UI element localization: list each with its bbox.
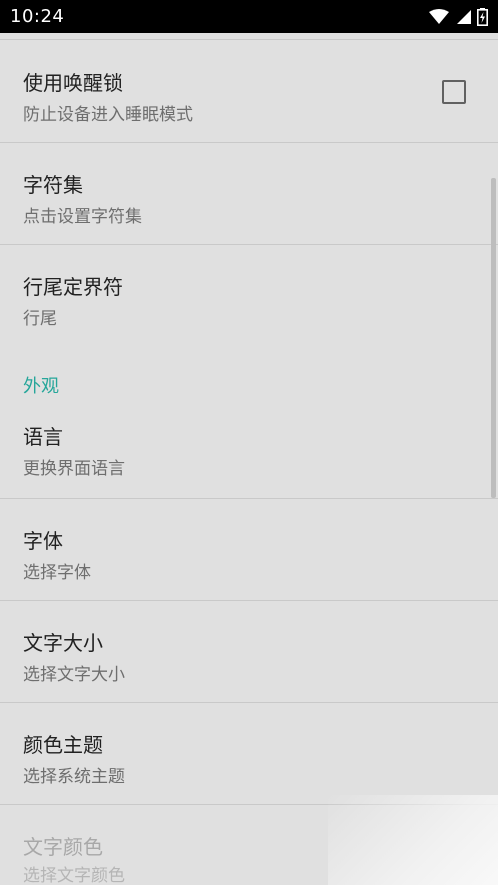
setting-wake-lock[interactable]: 使用唤醒锁 防止设备进入睡眠模式 (0, 40, 498, 142)
setting-summary: 更换界面语言 (23, 459, 125, 479)
setting-charset[interactable]: 字符集 点击设置字符集 (0, 143, 498, 244)
setting-color-theme[interactable]: 颜色主题 选择系统主题 (0, 703, 498, 804)
watermark-fade (328, 795, 498, 885)
setting-summary: 选择字体 (23, 563, 91, 583)
status-time: 10:24 (10, 6, 65, 27)
setting-title: 字体 (23, 529, 63, 553)
settings-screen: 使用唤醒锁 防止设备进入睡眠模式 字符集 点击设置字符集 行尾定界符 行尾 外观… (0, 33, 498, 885)
setting-title: 字符集 (23, 173, 83, 197)
setting-title: 文字颜色 (23, 835, 103, 859)
status-icons (429, 7, 488, 26)
setting-title: 行尾定界符 (23, 275, 123, 299)
setting-language[interactable]: 语言 更换界面语言 (0, 397, 498, 497)
wake-lock-checkbox[interactable] (442, 80, 466, 104)
setting-title: 语言 (23, 425, 63, 449)
section-header-appearance: 外观 (23, 376, 59, 397)
setting-summary: 选择系统主题 (23, 767, 125, 787)
setting-title: 颜色主题 (23, 733, 103, 757)
setting-summary: 行尾 (23, 309, 57, 329)
setting-summary: 点击设置字符集 (23, 207, 142, 227)
status-bar: 10:24 (0, 0, 498, 33)
cell-signal-icon (457, 9, 471, 24)
setting-text-size[interactable]: 文字大小 选择文字大小 (0, 601, 498, 702)
setting-title: 使用唤醒锁 (23, 71, 123, 95)
wifi-icon (429, 8, 449, 24)
scrollbar[interactable] (491, 178, 496, 498)
setting-line-ending[interactable]: 行尾定界符 行尾 (0, 245, 498, 345)
battery-charging-icon (477, 7, 488, 26)
setting-summary: 防止设备进入睡眠模式 (23, 105, 193, 125)
setting-summary: 选择文字大小 (23, 665, 125, 685)
setting-summary: 选择文字颜色 (23, 866, 125, 885)
setting-font[interactable]: 字体 选择字体 (0, 499, 498, 600)
setting-title: 文字大小 (23, 631, 103, 655)
